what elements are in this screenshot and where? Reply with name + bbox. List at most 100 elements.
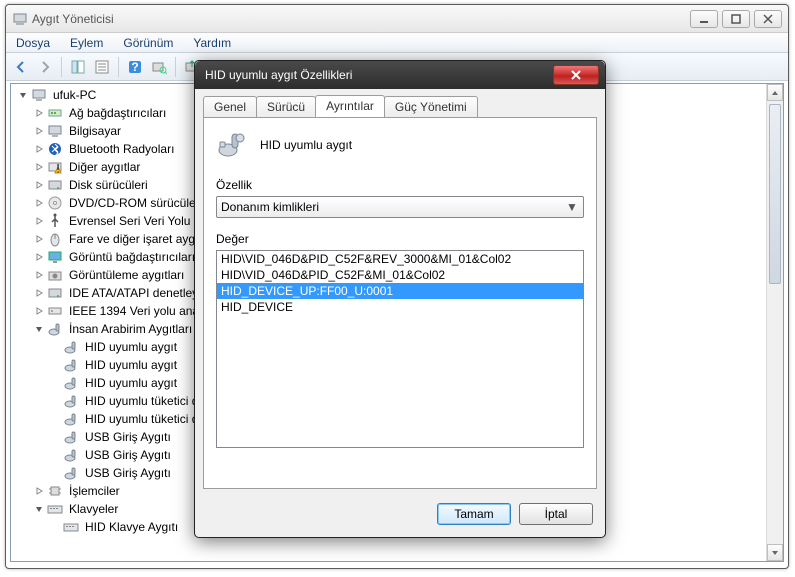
device-icon — [47, 123, 63, 139]
device-icon — [63, 339, 79, 355]
ok-button[interactable]: Tamam — [437, 503, 511, 525]
tree-label: Görüntü bağdaştırıcıları — [67, 248, 197, 266]
tree-label: DVD/CD-ROM sürücüleri — [67, 194, 204, 212]
collapse-icon[interactable] — [33, 503, 45, 515]
menu-view[interactable]: Görünüm — [119, 34, 177, 52]
device-icon — [47, 213, 63, 229]
device-icon — [47, 267, 63, 283]
value-item[interactable]: HID\VID_046D&PID_C52F&REV_3000&MI_01&Col… — [217, 251, 583, 267]
device-icon — [63, 447, 79, 463]
tree-label: Klavyeler — [67, 500, 120, 518]
tree-label: HID uyumlu aygıt — [83, 356, 179, 374]
device-icon — [63, 465, 79, 481]
tree-label: Ağ bağdaştırıcıları — [67, 104, 168, 122]
expand-icon[interactable] — [33, 197, 45, 209]
device-icon — [63, 411, 79, 427]
tree-label: HID Klavye Aygıtı — [83, 518, 180, 536]
separator — [61, 57, 62, 77]
separator — [118, 57, 119, 77]
device-icon — [47, 141, 63, 157]
cancel-button[interactable]: İptal — [519, 503, 593, 525]
tree-label: USB Giriş Aygıtı — [83, 428, 173, 446]
menu-help[interactable]: Yardım — [189, 34, 235, 52]
tree-label: ufuk-PC — [51, 86, 98, 104]
device-icon — [63, 393, 79, 409]
expand-icon[interactable] — [33, 251, 45, 263]
scroll-down-button[interactable] — [767, 544, 783, 561]
tree-label: İnsan Arabirim Aygıtları — [67, 320, 194, 338]
collapse-icon[interactable] — [17, 89, 29, 101]
tab-general[interactable]: Genel — [203, 96, 257, 118]
svg-text:?: ? — [131, 60, 138, 74]
device-icon: ! — [47, 159, 63, 175]
device-icon — [63, 357, 79, 373]
tree-label: Bilgisayar — [67, 122, 123, 140]
value-item[interactable]: HID\VID_046D&PID_C52F&MI_01&Col02 — [217, 267, 583, 283]
device-icon — [63, 519, 79, 535]
tree-label: USB Giriş Aygıtı — [83, 446, 173, 464]
tab-driver[interactable]: Sürücü — [256, 96, 316, 118]
expand-icon[interactable] — [33, 233, 45, 245]
device-icon — [47, 105, 63, 121]
help-button[interactable]: ? — [124, 56, 146, 78]
expand-icon[interactable] — [33, 179, 45, 191]
value-label: Değer — [216, 232, 584, 246]
collapse-icon[interactable] — [33, 323, 45, 335]
tree-label: İşlemciler — [67, 482, 122, 500]
minimize-button[interactable] — [690, 10, 718, 28]
chevron-down-icon: ▼ — [565, 200, 579, 214]
expand-icon[interactable] — [33, 215, 45, 227]
scan-hardware-button[interactable] — [148, 56, 170, 78]
tab-panel-details: HID uyumlu aygıt Özellik Donanım kimlikl… — [203, 117, 597, 489]
back-button[interactable] — [10, 56, 32, 78]
device-icon — [47, 483, 63, 499]
expand-icon[interactable] — [33, 287, 45, 299]
tree-label: Bluetooth Radyoları — [67, 140, 176, 158]
scroll-thumb[interactable] — [769, 104, 781, 284]
tab-power[interactable]: Güç Yönetimi — [384, 96, 478, 118]
expand-icon[interactable] — [33, 143, 45, 155]
show-hide-tree-button[interactable] — [67, 56, 89, 78]
svg-text:!: ! — [56, 162, 59, 176]
tree-label: Disk sürücüleri — [67, 176, 150, 194]
expand-icon[interactable] — [33, 161, 45, 173]
device-icon — [63, 375, 79, 391]
device-icon — [47, 303, 63, 319]
app-icon — [12, 11, 28, 27]
value-item[interactable]: HID_DEVICE — [217, 299, 583, 315]
scroll-up-button[interactable] — [767, 84, 783, 101]
value-item[interactable]: HID_DEVICE_UP:FF00_U:0001 — [217, 283, 583, 299]
tab-details[interactable]: Ayrıntılar — [315, 95, 385, 117]
expand-icon[interactable] — [33, 485, 45, 497]
close-button[interactable] — [754, 10, 782, 28]
device-icon — [47, 249, 63, 265]
property-label: Özellik — [216, 178, 584, 192]
menubar: Dosya Eylem Görünüm Yardım — [6, 33, 788, 53]
menu-action[interactable]: Eylem — [66, 34, 107, 52]
properties-dialog: HID uyumlu aygıt Özellikleri Genel Sürüc… — [194, 60, 606, 538]
expand-icon[interactable] — [33, 125, 45, 137]
window-title: Aygıt Yöneticisi — [32, 12, 690, 26]
dialog-titlebar[interactable]: HID uyumlu aygıt Özellikleri — [195, 61, 605, 89]
tree-label: Görüntüleme aygıtları — [67, 266, 186, 284]
value-listbox[interactable]: HID\VID_046D&PID_C52F&REV_3000&MI_01&Col… — [216, 250, 584, 448]
expand-icon[interactable] — [33, 269, 45, 281]
device-icon — [47, 231, 63, 247]
device-icon — [216, 128, 250, 162]
dialog-title: HID uyumlu aygıt Özellikleri — [205, 68, 553, 82]
separator — [175, 57, 176, 77]
properties-button[interactable] — [91, 56, 113, 78]
scrollbar[interactable] — [766, 84, 783, 561]
property-combobox[interactable]: Donanım kimlikleri ▼ — [216, 196, 584, 218]
forward-button[interactable] — [34, 56, 56, 78]
device-icon — [31, 87, 47, 103]
tree-label: HID uyumlu aygıt — [83, 338, 179, 356]
dialog-close-button[interactable] — [553, 65, 599, 85]
device-icon — [47, 177, 63, 193]
expand-icon[interactable] — [33, 107, 45, 119]
menu-file[interactable]: Dosya — [12, 34, 54, 52]
maximize-button[interactable] — [722, 10, 750, 28]
titlebar[interactable]: Aygıt Yöneticisi — [6, 5, 788, 33]
tree-label: Diğer aygıtlar — [67, 158, 142, 176]
expand-icon[interactable] — [33, 305, 45, 317]
